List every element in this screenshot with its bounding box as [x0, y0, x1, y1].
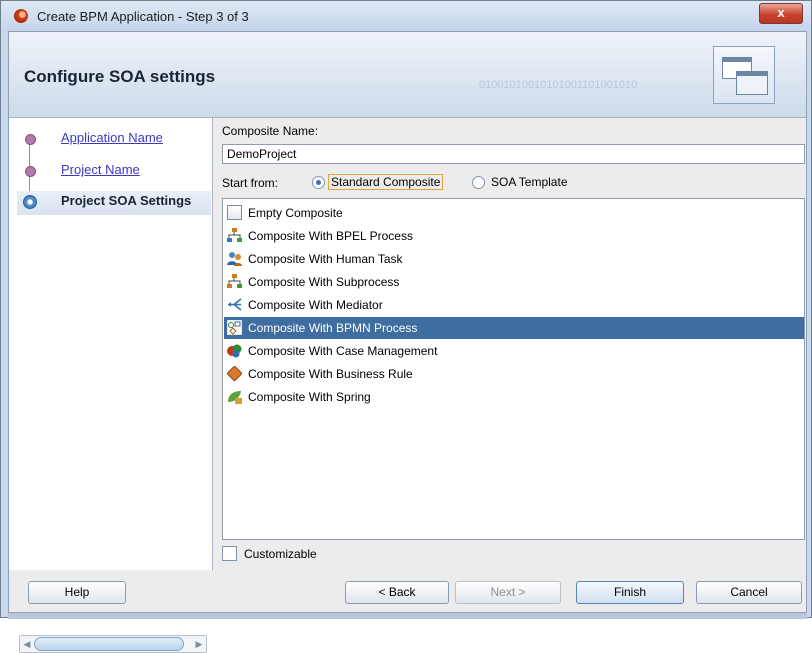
- scrollbar-thumb[interactable]: [34, 637, 184, 651]
- train-step-project-soa-settings[interactable]: Project SOA Settings: [17, 191, 211, 215]
- train-step-project-name[interactable]: Project Name: [17, 160, 211, 184]
- window-bottom-border: [8, 613, 807, 619]
- list-item[interactable]: Composite With Mediator: [224, 294, 804, 316]
- standard-composite-radio[interactable]: [312, 176, 325, 189]
- button-bar: Help < Back Next > Finish Cancel: [9, 570, 806, 612]
- back-button[interactable]: < Back: [345, 581, 449, 604]
- list-item[interactable]: Composite With BPEL Process: [224, 225, 804, 247]
- finish-button[interactable]: Finish: [576, 581, 684, 604]
- list-item[interactable]: Composite With BPMN Process: [224, 317, 804, 339]
- mediator-icon: [227, 297, 242, 312]
- train-step-application-name[interactable]: Application Name: [17, 128, 211, 152]
- template-list[interactable]: Empty Composite Composite With BPEL Proc…: [222, 198, 805, 540]
- cancel-button[interactable]: Cancel: [696, 581, 802, 604]
- close-button[interactable]: x: [759, 3, 803, 24]
- dialog-content: Configure SOA settings 01001010010101001…: [8, 31, 807, 653]
- oracle-app-icon: [14, 9, 28, 23]
- bpel-process-icon: [227, 228, 242, 243]
- composite-name-label: Composite Name:: [222, 124, 319, 138]
- standard-composite-label[interactable]: Standard Composite: [327, 174, 444, 190]
- scroll-left-icon[interactable]: ◀: [20, 637, 34, 651]
- horizontal-scrollbar[interactable]: ◀ ▶: [19, 635, 207, 653]
- train-step-label[interactable]: Application Name: [61, 130, 163, 145]
- scroll-right-icon[interactable]: ▶: [192, 637, 206, 651]
- visited-step-icon: [25, 166, 36, 177]
- spring-icon: [227, 389, 242, 404]
- soa-template-radio[interactable]: [472, 176, 485, 189]
- binary-decoration: 01001010010101001101001010: [479, 79, 638, 91]
- train-step-label: Project SOA Settings: [61, 193, 192, 208]
- wizard-header: Configure SOA settings 01001010010101001…: [9, 32, 806, 118]
- dialog-window: Create BPM Application - Step 3 of 3 x C…: [0, 0, 812, 653]
- visited-step-icon: [25, 134, 36, 145]
- empty-composite-icon: [227, 205, 242, 220]
- windows-graphic-icon: [713, 46, 775, 104]
- business-rule-icon: [226, 365, 243, 382]
- soa-template-label[interactable]: SOA Template: [491, 175, 568, 189]
- window-title: Create BPM Application - Step 3 of 3: [37, 9, 249, 24]
- list-item[interactable]: Composite With Human Task: [224, 248, 804, 270]
- wizard-train: Application Name Project Name Project SO…: [9, 118, 213, 653]
- list-item[interactable]: Empty Composite: [224, 202, 804, 224]
- customizable-label[interactable]: Customizable: [244, 547, 317, 561]
- title-bar[interactable]: Create BPM Application - Step 3 of 3 x: [1, 1, 811, 31]
- list-item[interactable]: Composite With Business Rule: [224, 363, 804, 385]
- list-item[interactable]: Composite With Spring: [224, 386, 804, 408]
- next-button[interactable]: Next >: [455, 581, 561, 604]
- start-from-label: Start from:: [222, 176, 279, 190]
- help-button[interactable]: Help: [28, 581, 126, 604]
- composite-name-input[interactable]: [222, 144, 805, 164]
- current-step-icon: [23, 195, 37, 209]
- settings-panel: Composite Name: Start from: Standard Com…: [222, 118, 806, 570]
- customizable-checkbox[interactable]: [222, 546, 237, 561]
- subprocess-icon: [227, 274, 242, 289]
- list-item[interactable]: Composite With Case Management: [224, 340, 804, 362]
- train-step-label[interactable]: Project Name: [61, 162, 140, 177]
- bpmn-process-icon: [226, 319, 243, 336]
- human-task-icon: [227, 251, 242, 266]
- case-management-icon: [227, 343, 242, 358]
- list-item[interactable]: Composite With Subprocess: [224, 271, 804, 293]
- page-title: Configure SOA settings: [24, 67, 216, 86]
